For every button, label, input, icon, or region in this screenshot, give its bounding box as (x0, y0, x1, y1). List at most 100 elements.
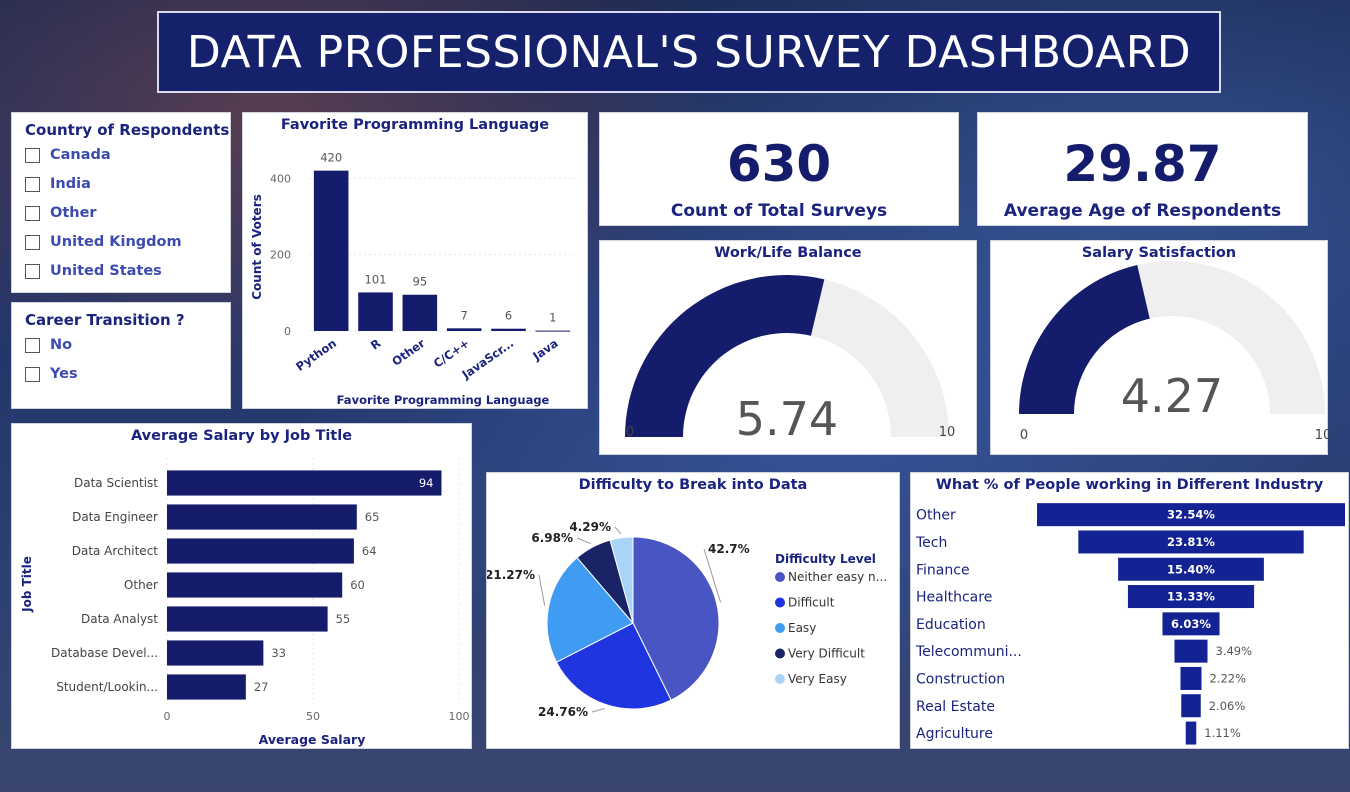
difficulty-chart-card: Difficulty to Break into Data 42.7% 24.76… (486, 472, 900, 749)
salary-chart-card: Average Salary by Job Title 0 50 100 94 Data… (11, 423, 472, 749)
industry-data-label: 3.49% (1216, 644, 1253, 658)
industry-category-label: Real Estate (916, 699, 995, 715)
checkbox[interactable] (25, 366, 40, 382)
pie-legend-label: Easy (788, 621, 816, 635)
industry-category-label: Construction (916, 671, 1005, 687)
kpi-total-surveys-value: 630 (726, 135, 832, 193)
salary-category-label: Other (124, 578, 158, 592)
gauge-value: 5.74 (736, 392, 838, 446)
language-y-axis-title: Count of Voters (250, 194, 264, 300)
pie-legend-label: Difficult (788, 596, 835, 610)
pie-data-label: 4.29% (569, 520, 611, 534)
language-x-axis-title: Favorite Programming Language (337, 393, 550, 407)
salary-bar (167, 538, 354, 564)
industry-data-label: 32.54% (1167, 508, 1215, 522)
industry-category-label: Finance (916, 562, 970, 578)
kpi-average-age-label: Average Age of Respondents (1003, 201, 1282, 221)
salary-data-label: 33 (271, 646, 286, 660)
checkbox[interactable] (25, 147, 40, 163)
country-option-label: United States (50, 263, 162, 279)
language-data-label: 7 (461, 308, 468, 322)
salary-satisfaction-card: Salary Satisfaction 4.27 0 10 (990, 240, 1329, 455)
salary-category-label: Data Architect (72, 544, 159, 558)
pie-legend-marker (775, 597, 785, 608)
kpi-average-age-card: 29.87 Average Age of Respondents (977, 112, 1308, 226)
salary-bar (167, 504, 357, 530)
checkbox[interactable] (25, 263, 40, 279)
country-option-india[interactable]: India (25, 176, 91, 192)
pie-legend-title: Difficulty Level (775, 552, 876, 566)
country-slicer: Country of Respondents Canada India Othe… (11, 112, 231, 293)
career-option-yes[interactable]: Yes (25, 366, 78, 382)
x-tick-label: 0 (164, 710, 171, 723)
language-category-label: R (368, 336, 383, 353)
gauge-max-label: 10 (939, 425, 956, 440)
salary-data-label: 60 (350, 578, 365, 592)
gauge-min-label: 0 (626, 425, 634, 440)
salary-bar (167, 674, 246, 700)
x-tick-label: 100 (449, 710, 470, 723)
career-option-label: No (50, 337, 73, 353)
kpi-total-surveys-card: 630 Count of Total Surveys (599, 112, 959, 226)
salary-y-axis-title: Job Title (20, 556, 34, 613)
language-data-label: 95 (413, 275, 428, 289)
salary-category-label: Data Scientist (74, 476, 158, 490)
country-option-other[interactable]: Other (25, 205, 97, 221)
work-life-balance-gauge: 5.74 0 10 (625, 275, 956, 446)
country-option-label: Canada (50, 147, 111, 163)
pie-legend-marker (775, 648, 785, 659)
pie-leader-line (576, 537, 591, 545)
country-option-united-states[interactable]: United States (25, 263, 162, 279)
language-category-label: Other (389, 336, 428, 369)
career-slicer-title: Career Transition ? (25, 311, 185, 329)
language-bar (358, 292, 393, 331)
dashboard-title: DATA PROFESSIONAL'S SURVEY DASHBOARD (186, 26, 1192, 78)
checkbox[interactable] (25, 337, 40, 353)
checkbox[interactable] (25, 234, 40, 250)
y-tick-label: 0 (284, 325, 291, 338)
pie-leader-line (614, 526, 622, 535)
salary-category-label: Data Engineer (72, 510, 158, 524)
pie-data-label: 42.7% (708, 542, 750, 556)
industry-bar (1174, 639, 1208, 663)
kpi-average-age-value: 29.87 (1063, 135, 1222, 193)
gauge-min-label: 0 (1020, 428, 1028, 443)
language-bar (402, 294, 438, 331)
salary-data-label: 64 (362, 544, 377, 558)
industry-data-label: 23.81% (1167, 535, 1215, 549)
country-option-label: Other (50, 205, 97, 221)
gauge-max-label: 10 (1315, 428, 1329, 443)
salary-data-label: 55 (336, 612, 351, 626)
language-data-label: 101 (365, 272, 387, 286)
industry-bar (1180, 666, 1202, 690)
country-option-united-kingdom[interactable]: United Kingdom (25, 234, 182, 250)
gauge-value: 4.27 (1121, 369, 1223, 423)
industry-bar (1181, 694, 1201, 718)
industry-data-label: 13.33% (1167, 590, 1215, 604)
language-bar (491, 328, 526, 331)
salary-bar (167, 606, 328, 632)
country-option-label: United Kingdom (50, 234, 182, 250)
work-life-balance-card: Work/Life Balance 5.74 0 10 (599, 240, 977, 455)
checkbox[interactable] (25, 205, 40, 221)
pie-data-label: 24.76% (538, 705, 588, 719)
language-bar (446, 328, 482, 331)
salary-category-label: Student/Lookin... (56, 680, 158, 694)
industry-category-label: Agriculture (916, 726, 993, 742)
kpi-total-surveys-label: Count of Total Surveys (670, 201, 888, 221)
pie-data-label: 6.98% (531, 531, 573, 545)
pie-leader-line (538, 574, 546, 606)
salary-satisfaction-gauge: 4.27 0 10 (1019, 261, 1329, 443)
language-chart-card: Favorite Programming Language 0 200 400 420… (242, 112, 588, 409)
career-option-no[interactable]: No (25, 337, 72, 353)
pie-legend-marker (775, 623, 785, 633)
salary-data-label: 65 (365, 510, 380, 524)
pie-leader-line (591, 707, 605, 713)
salary-category-label: Database Devel... (51, 646, 158, 660)
language-data-label: 6 (505, 309, 512, 323)
checkbox[interactable] (25, 176, 40, 192)
country-option-canada[interactable]: Canada (25, 147, 111, 163)
pie-data-label: 21.27% (487, 568, 535, 582)
dashboard-title-banner: DATA PROFESSIONAL'S SURVEY DASHBOARD (157, 11, 1221, 93)
salary-bar-chart: 0 50 100 94 Data Scientist 65 Data Engineer 64 D… (20, 458, 470, 747)
